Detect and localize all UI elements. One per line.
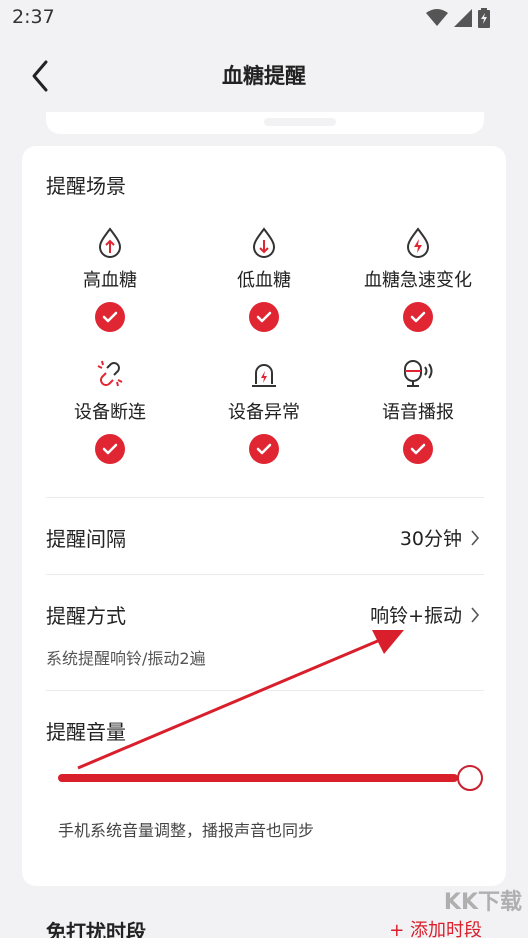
divider [46,690,484,691]
divider [46,574,484,575]
scene-label: 高血糖 [83,270,137,291]
volume-slider-track[interactable] [58,774,458,782]
chevron-right-icon [471,606,480,623]
scene-label: 设备断连 [74,402,146,423]
method-selector[interactable]: 响铃+振动 [370,601,480,628]
microphone-speaker-icon [400,356,436,392]
previous-card [46,112,484,134]
scene-voice-broadcast[interactable]: 语音播报 [342,356,494,476]
divider [46,497,484,498]
scene-label: 低血糖 [237,270,291,291]
alarm-light-icon [246,356,282,392]
signal-icon [454,9,472,27]
scene-section-title: 提醒场景 [46,174,126,198]
status-time: 2:37 [12,6,55,28]
method-value: 响铃+振动 [370,605,462,627]
scene-device-error[interactable]: 设备异常 [188,356,340,476]
check-icon [403,302,433,332]
volume-slider-thumb[interactable] [457,765,483,791]
nav-bar: 血糖提醒 [0,36,528,116]
check-icon [95,302,125,332]
wifi-icon [426,9,448,26]
add-period-button[interactable]: + 添加时段 [389,916,482,938]
dnd-title: 免打扰时段 [46,920,146,938]
scene-low-glucose[interactable]: 低血糖 [188,224,340,344]
status-icons [426,8,490,28]
check-icon [95,434,125,464]
method-note: 系统提醒响铃/振动2遍 [46,649,206,668]
check-icon [249,434,279,464]
drop-down-arrow-icon [246,224,282,260]
method-label: 提醒方式 [46,604,126,628]
scene-label: 设备异常 [228,402,300,423]
scene-device-disconnected[interactable]: 设备断连 [34,356,186,476]
scene-rapid-change[interactable]: 血糖急速变化 [342,224,494,344]
volume-note: 手机系统音量调整，播报声音也同步 [58,821,315,840]
page-title: 血糖提醒 [222,64,306,88]
volume-label: 提醒音量 [46,720,126,744]
scene-label: 语音播报 [382,402,454,423]
interval-selector[interactable]: 30分钟 [400,524,480,551]
chevron-right-icon [471,529,480,546]
scene-high-glucose[interactable]: 高血糖 [34,224,186,344]
drop-up-arrow-icon [92,224,128,260]
interval-value: 30分钟 [399,528,462,550]
status-bar: 2:37 [0,0,528,36]
battery-icon [478,8,490,28]
interval-label: 提醒间隔 [46,527,126,551]
broken-link-icon [92,356,128,392]
scene-label: 血糖急速变化 [364,270,472,291]
card-handle [264,118,336,126]
watermark: KK下载 [443,890,522,915]
scene-grid: 高血糖 低血糖 血糖急速变化 设备断连 设备异常 语音播报 [34,224,494,474]
drop-lightning-icon [400,224,436,260]
check-icon [249,302,279,332]
check-icon [403,434,433,464]
